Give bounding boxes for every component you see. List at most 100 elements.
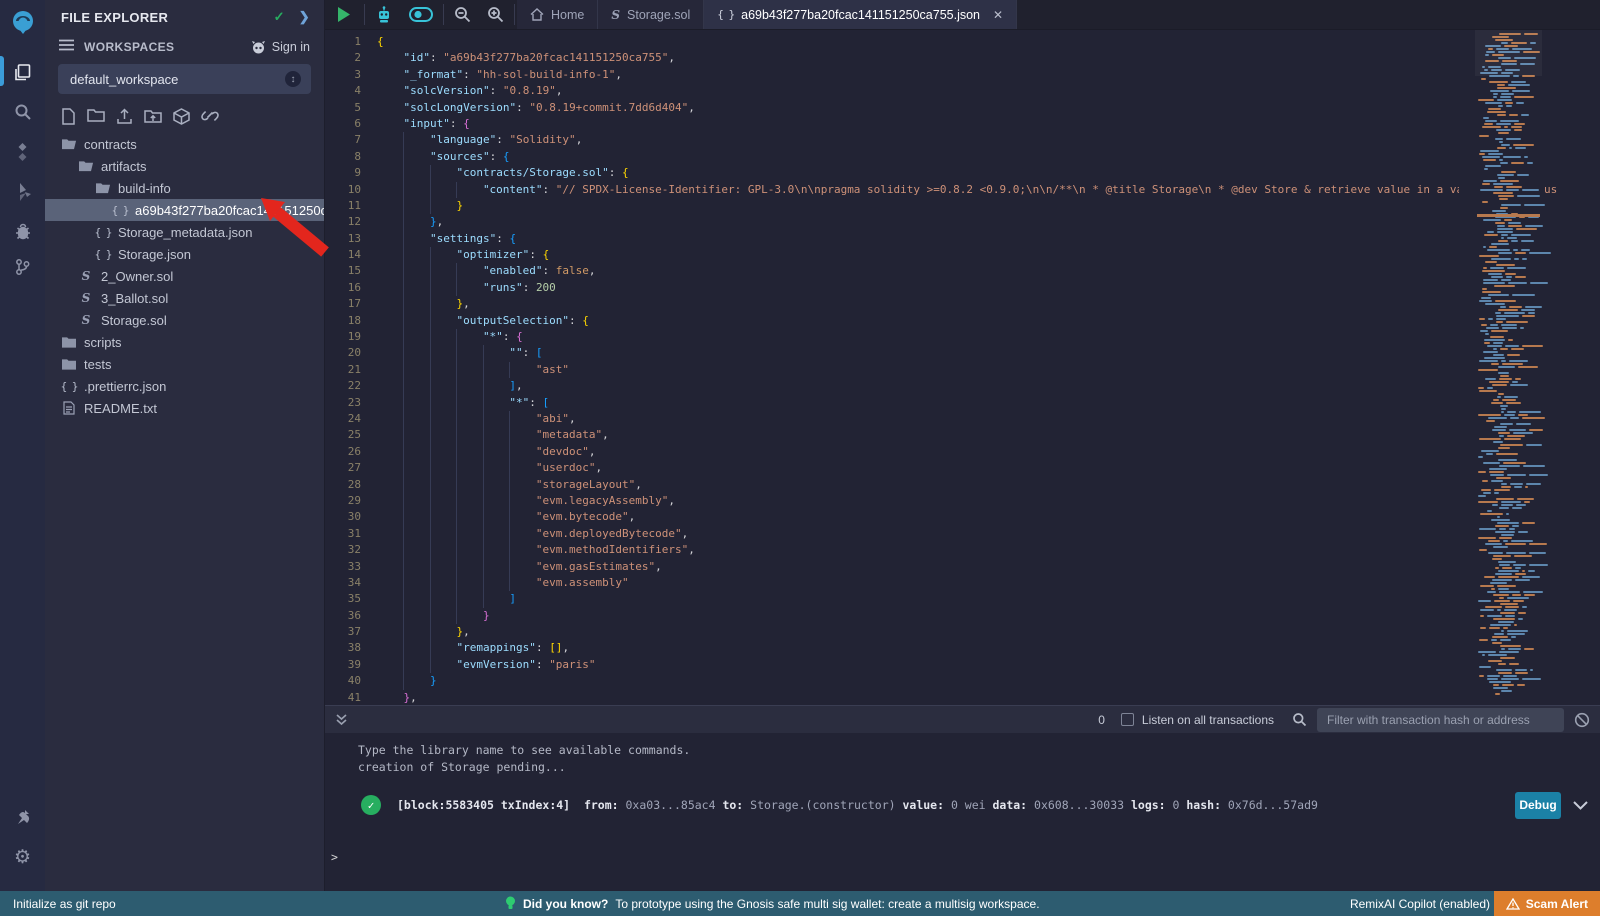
- copilot-status[interactable]: RemixAI Copilot (enabled): [1350, 897, 1490, 911]
- tree-item[interactable]: { }.prettierrc.json: [45, 375, 324, 397]
- tree-item-label: README.txt: [84, 401, 157, 416]
- tree-item[interactable]: scripts: [45, 331, 324, 353]
- tree-item[interactable]: { }a69b43f277ba20fcac141151250ca7...: [45, 199, 324, 221]
- link-icon[interactable]: [201, 108, 219, 125]
- tree-item[interactable]: artifacts: [45, 155, 324, 177]
- expand-terminal-icon[interactable]: [335, 713, 348, 727]
- ai-copilot-icon[interactable]: [367, 0, 401, 29]
- tree-item-label: build-info: [118, 181, 171, 196]
- code-line: 17},: [325, 296, 1600, 312]
- solidity-compiler-icon[interactable]: [0, 135, 45, 169]
- line-number: 30: [325, 509, 377, 525]
- tab-storage-sol[interactable]: S Storage.sol: [598, 0, 704, 29]
- did-you-know-tip: Did you know? To prototype using the Gno…: [505, 896, 1040, 911]
- line-number: 9: [325, 165, 377, 181]
- folder-open-icon: [95, 182, 111, 194]
- code-line: 25"metadata",: [325, 427, 1600, 443]
- tab-home[interactable]: Home: [517, 0, 598, 29]
- tree-item-label: .prettierrc.json: [84, 379, 166, 394]
- pin-panel-icon[interactable]: ❯: [299, 9, 310, 25]
- close-tab-icon[interactable]: ✕: [993, 8, 1003, 22]
- terminal-prompt[interactable]: >: [331, 850, 338, 864]
- transaction-row[interactable]: ✓ [block:5583405 txIndex:4] from: 0xa03.…: [361, 790, 1588, 820]
- check-icon: ✓: [274, 9, 285, 25]
- github-signin-button[interactable]: Sign in: [250, 40, 310, 54]
- tree-item[interactable]: README.txt: [45, 397, 324, 419]
- tree-item[interactable]: S3_Ballot.sol: [45, 287, 324, 309]
- line-number: 18: [325, 313, 377, 329]
- tree-item-label: scripts: [84, 335, 122, 350]
- debug-button[interactable]: Debug: [1515, 792, 1561, 819]
- debugger-icon[interactable]: [0, 215, 45, 249]
- remix-logo-icon[interactable]: [0, 4, 45, 42]
- line-number: 25: [325, 427, 377, 443]
- code-line: 22],: [325, 378, 1600, 394]
- run-script-icon[interactable]: [325, 0, 362, 29]
- line-number: 14: [325, 247, 377, 263]
- tab-build-info-json[interactable]: { } a69b43f277ba20fcac141151250ca755.jso…: [704, 0, 1017, 29]
- file-icon: [61, 401, 77, 415]
- line-number: 2: [325, 50, 377, 66]
- upload-folder-icon[interactable]: [144, 108, 162, 125]
- expand-tx-icon[interactable]: [1573, 801, 1588, 810]
- file-explorer-panel: FILE EXPLORER ✓ ❯ WORKSPACES Sign in def…: [45, 0, 325, 891]
- line-number: 8: [325, 149, 377, 165]
- tree-item-label: Storage.sol: [101, 313, 167, 328]
- tree-item[interactable]: { }Storage_metadata.json: [45, 221, 324, 243]
- code-line: 20"": [: [325, 345, 1600, 361]
- listen-all-label: Listen on all transactions: [1142, 713, 1274, 727]
- line-number: 24: [325, 411, 377, 427]
- cube-icon[interactable]: [173, 108, 190, 125]
- line-number: 34: [325, 575, 377, 591]
- json-icon: { }: [95, 248, 111, 261]
- create-file-icon[interactable]: [61, 108, 76, 125]
- listen-all-checkbox[interactable]: [1121, 713, 1134, 726]
- folder-icon: [61, 336, 77, 348]
- search-icon[interactable]: [0, 95, 45, 129]
- transaction-filter-input[interactable]: [1317, 708, 1564, 732]
- minimap[interactable]: [1475, 30, 1542, 705]
- tree-item[interactable]: build-info: [45, 177, 324, 199]
- code-line: 12},: [325, 214, 1600, 230]
- scam-alert-button[interactable]: Scam Alert: [1494, 891, 1600, 916]
- git-init-button[interactable]: Initialize as git repo: [13, 897, 116, 911]
- workspaces-menu-icon[interactable]: [59, 39, 74, 54]
- tree-item[interactable]: SStorage.sol: [45, 309, 324, 331]
- deploy-run-icon[interactable]: [0, 175, 45, 209]
- code-line: 36}: [325, 608, 1600, 624]
- tree-item-label: Storage_metadata.json: [118, 225, 252, 240]
- plugin-manager-icon[interactable]: [0, 800, 45, 834]
- code-line: 15"enabled": false,: [325, 263, 1600, 279]
- upload-file-icon[interactable]: [116, 108, 133, 125]
- create-folder-icon[interactable]: [87, 108, 105, 125]
- line-number: 33: [325, 559, 377, 575]
- code-editor[interactable]: 1{2"id": "a69b43f277ba20fcac141151250ca7…: [325, 30, 1600, 705]
- folder-icon: [61, 358, 77, 370]
- line-number: 7: [325, 132, 377, 148]
- tree-item-label: a69b43f277ba20fcac141151250ca7...: [135, 203, 324, 218]
- line-number: 4: [325, 83, 377, 99]
- clear-console-icon[interactable]: [1574, 712, 1590, 728]
- folder-open-icon: [78, 160, 94, 172]
- zoom-in-icon[interactable]: [479, 0, 512, 29]
- tree-item[interactable]: tests: [45, 353, 324, 375]
- line-number: 40: [325, 673, 377, 689]
- line-number: 27: [325, 460, 377, 476]
- tree-item[interactable]: contracts: [45, 133, 324, 155]
- workspace-select[interactable]: default_workspace ↕: [58, 64, 311, 94]
- git-icon[interactable]: [0, 250, 45, 284]
- github-icon: [250, 40, 267, 54]
- file-tree: contractsartifactsbuild-info{ }a69b43f27…: [45, 133, 324, 419]
- status-bar: Initialize as git repo Did you know? To …: [0, 891, 1600, 916]
- settings-icon[interactable]: ⚙: [0, 840, 45, 874]
- zoom-out-icon[interactable]: [446, 0, 479, 29]
- copilot-toggle-icon[interactable]: [401, 0, 441, 29]
- tree-item[interactable]: S2_Owner.sol: [45, 265, 324, 287]
- code-line: 5"solcLongVersion": "0.8.19+commit.7dd6d…: [325, 100, 1600, 116]
- solidity-icon: S: [78, 269, 94, 283]
- terminal-toolbar: 0 Listen on all transactions: [325, 705, 1600, 733]
- tree-item[interactable]: { }Storage.json: [45, 243, 324, 265]
- tx-success-icon: ✓: [361, 795, 381, 815]
- file-explorer-icon[interactable]: [0, 55, 45, 89]
- workspace-stepper-icon: ↕: [285, 71, 301, 87]
